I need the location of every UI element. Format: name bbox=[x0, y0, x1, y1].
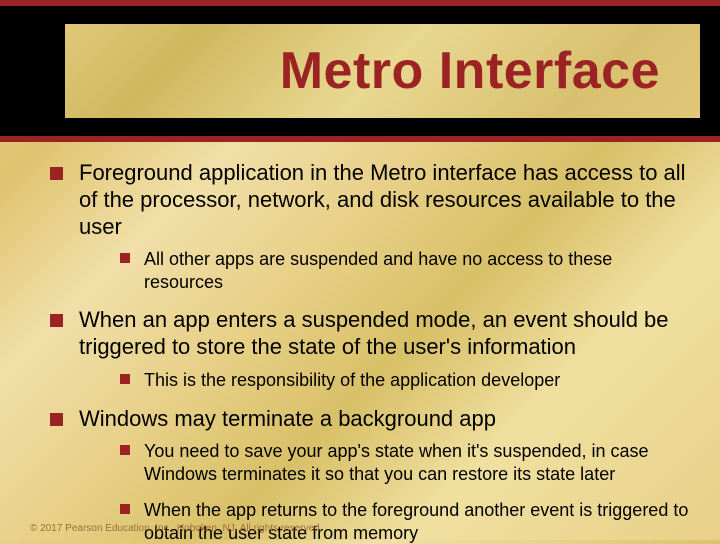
bullet-icon bbox=[50, 314, 63, 327]
bullet-2: When an app enters a suspended mode, an … bbox=[50, 307, 690, 361]
sub-bullet: All other apps are suspended and have no… bbox=[120, 248, 690, 293]
bullet-icon bbox=[50, 413, 63, 426]
bullet-1: Foreground application in the Metro inte… bbox=[50, 160, 690, 240]
slide-title: Metro Interface bbox=[280, 41, 660, 101]
bullet-icon bbox=[120, 445, 130, 455]
bullet-icon bbox=[50, 167, 63, 180]
sub-bullet: You need to save your app's state when i… bbox=[120, 440, 690, 485]
sub-bullet: This is the responsibility of the applic… bbox=[120, 369, 690, 392]
bullet-icon bbox=[120, 374, 130, 384]
bullet-text: Windows may terminate a background app bbox=[79, 406, 496, 433]
sub-bullet-text: All other apps are suspended and have no… bbox=[144, 248, 690, 293]
bullet-text: When an app enters a suspended mode, an … bbox=[79, 307, 690, 361]
title-inner: Metro Interface bbox=[65, 24, 700, 118]
bullet-3: Windows may terminate a background app bbox=[50, 406, 690, 433]
sub-bullet-text: This is the responsibility of the applic… bbox=[144, 369, 560, 392]
sub-bullet-text: You need to save your app's state when i… bbox=[144, 440, 690, 485]
sub-bullet-text: When the app returns to the foreground a… bbox=[144, 499, 690, 544]
copyright-footer: © 2017 Pearson Education, Inc., Hoboken,… bbox=[30, 523, 323, 534]
bullet-text: Foreground application in the Metro inte… bbox=[79, 160, 690, 240]
slide-content: Foreground application in the Metro inte… bbox=[0, 142, 720, 544]
sub-bullet: When the app returns to the foreground a… bbox=[120, 499, 690, 544]
bullet-icon bbox=[120, 504, 130, 514]
title-band: Metro Interface bbox=[0, 0, 720, 142]
bullet-icon bbox=[120, 253, 130, 263]
